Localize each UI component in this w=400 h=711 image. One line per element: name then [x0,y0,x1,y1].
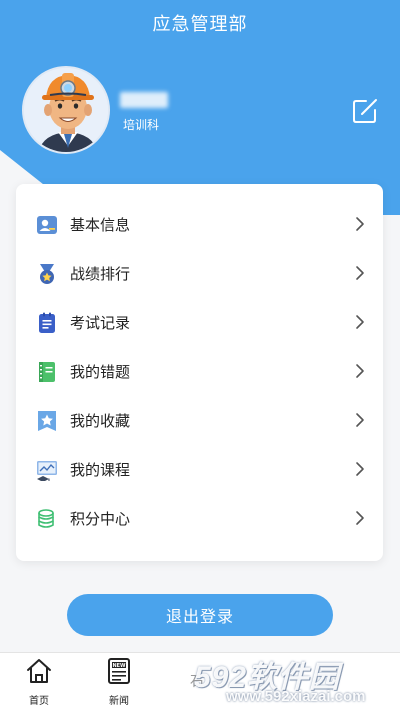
tab-label: 首页 [29,696,49,707]
id-card-icon [36,214,58,236]
chevron-right-icon [356,462,364,476]
tab-home[interactable]: 首页 [14,657,64,707]
clipboard-icon [36,312,58,334]
menu-item-my-courses[interactable]: 我的课程 [16,445,383,494]
svg-text:NEW: NEW [112,663,126,669]
menu-item-exam-records[interactable]: 考试记录 [16,298,383,347]
menu-item-label: 考试记录 [70,315,131,332]
menu-item-ranking[interactable]: 战绩排行 [16,249,383,298]
menu-item-label: 我的错题 [70,364,131,381]
menu-item-basic-info[interactable]: 基本信息 [16,200,383,249]
bottom-tab-bar: 首页 NEW 新闻 石 [0,652,400,711]
menu-item-label: 积分中心 [70,511,131,528]
logout-button[interactable]: 退出登录 [67,594,333,636]
course-icon [36,459,58,481]
home-icon [27,659,51,683]
chevron-right-icon [356,364,364,378]
tab-news[interactable]: NEW 新闻 [94,657,144,707]
chevron-right-icon [356,413,364,427]
chevron-right-icon [356,315,364,329]
tab-label: 新闻 [109,696,129,707]
menu-item-label: 我的收藏 [70,413,131,430]
menu-item-label: 我的课程 [70,462,131,479]
menu-item-favorites[interactable]: 我的收藏 [16,396,383,445]
coins-icon [36,508,58,530]
user-avatar[interactable] [22,66,110,154]
menu-item-label: 基本信息 [70,217,131,234]
partial-tab-label: 石 [190,673,204,689]
page-title: 应急管理部 [152,14,248,34]
chevron-right-icon [356,511,364,525]
menu-card: 基本信息 战绩排行 考试记录 我的错题 我的收藏 我的课程 积分中心 [16,184,383,561]
profile-screen: 应急管理部 培训科 基本信息 战绩排行 考试记录 我的错题 我的收藏 我的课程 … [0,0,400,711]
medal-icon [36,263,58,285]
menu-item-points-center[interactable]: 积分中心 [16,494,383,543]
menu-item-label: 战绩排行 [70,266,131,283]
star-icon [36,410,58,432]
edit-icon [353,99,377,123]
news-icon: NEW [108,658,130,684]
edit-profile-button[interactable] [352,98,378,124]
miner-avatar-icon [24,68,108,152]
chevron-right-icon [356,217,364,231]
username-redacted [120,92,168,108]
notebook-icon [36,361,58,383]
chevron-right-icon [356,266,364,280]
menu-item-wrong-questions[interactable]: 我的错题 [16,347,383,396]
department-label: 培训科 [123,118,160,132]
